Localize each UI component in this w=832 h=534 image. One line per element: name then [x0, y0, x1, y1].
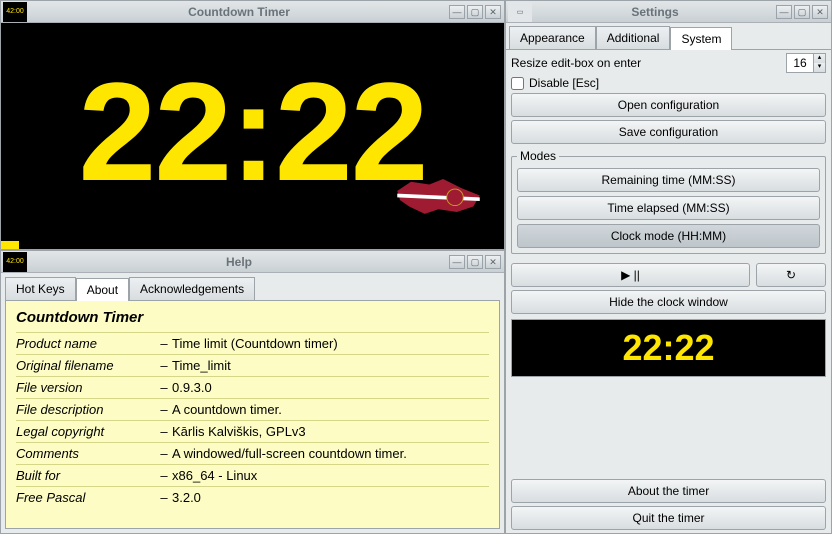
- resize-spinbox[interactable]: ▴ ▾: [786, 53, 826, 73]
- mode-remaining-button[interactable]: Remaining time (MM:SS): [517, 168, 820, 192]
- resize-label: Resize edit-box on enter: [511, 56, 782, 70]
- play-pause-button[interactable]: ▶ ||: [511, 263, 750, 287]
- app-icon: 42:00: [3, 2, 27, 22]
- resize-input[interactable]: [787, 54, 813, 72]
- about-field-label: File version: [16, 380, 156, 395]
- settings-body: Resize edit-box on enter ▴ ▾ Disable [Es…: [506, 49, 831, 533]
- close-button[interactable]: ✕: [812, 5, 828, 19]
- titlebar[interactable]: 42:00 Countdown Timer — ▢ ✕: [1, 1, 504, 23]
- about-row: File version–0.9.3.0: [16, 376, 489, 398]
- mode-clock-button[interactable]: Clock mode (HH:MM): [517, 224, 820, 248]
- settings-tabs: Appearance Additional System: [509, 26, 828, 49]
- preview-digits: 22:22: [622, 327, 714, 369]
- tab-about[interactable]: About: [76, 278, 129, 301]
- disable-esc-label: Disable [Esc]: [529, 76, 599, 90]
- about-field-value: 0.9.3.0: [172, 380, 489, 395]
- disable-esc-input[interactable]: [511, 77, 524, 90]
- save-configuration-button[interactable]: Save configuration: [511, 120, 826, 144]
- titlebar[interactable]: ▭ Settings — ▢ ✕: [506, 1, 831, 23]
- progress-bar: [1, 241, 504, 249]
- minimize-button[interactable]: —: [776, 5, 792, 19]
- about-field-label: Built for: [16, 468, 156, 483]
- window-title: Help: [29, 255, 449, 269]
- about-field-value: x86_64 - Linux: [172, 468, 489, 483]
- about-field-label: Legal copyright: [16, 424, 156, 439]
- quit-timer-button[interactable]: Quit the timer: [511, 506, 826, 530]
- about-field-label: Original filename: [16, 358, 156, 373]
- minimize-button[interactable]: —: [449, 5, 465, 19]
- about-field-label: Comments: [16, 446, 156, 461]
- progress-fill: [1, 241, 19, 249]
- about-row: Product name–Time limit (Countdown timer…: [16, 332, 489, 354]
- about-row: Free Pascal–3.2.0: [16, 486, 489, 508]
- timer-display-area: 22:22: [1, 23, 504, 241]
- hide-clock-button[interactable]: Hide the clock window: [511, 290, 826, 314]
- about-timer-button[interactable]: About the timer: [511, 479, 826, 503]
- minimize-button[interactable]: —: [449, 255, 465, 269]
- reload-button[interactable]: ↻: [756, 263, 826, 287]
- titlebar[interactable]: 42:00 Help — ▢ ✕: [1, 251, 504, 273]
- countdown-timer-window: 42:00 Countdown Timer — ▢ ✕ 22:22: [0, 0, 505, 250]
- window-title: Countdown Timer: [29, 5, 449, 19]
- close-button[interactable]: ✕: [485, 255, 501, 269]
- tab-appearance[interactable]: Appearance: [509, 26, 596, 49]
- about-pane: Countdown Timer Product name–Time limit …: [6, 301, 499, 528]
- about-field-value: A windowed/full-screen countdown timer.: [172, 446, 489, 461]
- about-field-value: Time limit (Countdown timer): [172, 336, 489, 351]
- open-configuration-button[interactable]: Open configuration: [511, 93, 826, 117]
- tab-system[interactable]: System: [670, 27, 732, 50]
- help-window: 42:00 Help — ▢ ✕ Hot Keys About Acknowle…: [0, 250, 505, 534]
- maximize-button[interactable]: ▢: [467, 255, 483, 269]
- help-tab-body: Countdown Timer Product name–Time limit …: [5, 300, 500, 529]
- app-icon: 42:00: [3, 252, 27, 272]
- modes-group: Modes Remaining time (MM:SS) Time elapse…: [511, 149, 826, 254]
- modes-legend: Modes: [517, 149, 559, 163]
- about-field-label: Product name: [16, 336, 156, 351]
- about-field-value: 3.2.0: [172, 490, 489, 505]
- tab-hotkeys[interactable]: Hot Keys: [5, 277, 76, 300]
- about-field-label: File description: [16, 402, 156, 417]
- tab-acknowledgements[interactable]: Acknowledgements: [129, 277, 255, 300]
- about-row: Original filename–Time_limit: [16, 354, 489, 376]
- spin-up-icon[interactable]: ▴: [813, 54, 825, 63]
- settings-window: ▭ Settings — ▢ ✕ Appearance Additional S…: [505, 0, 832, 534]
- about-row: File description–A countdown timer.: [16, 398, 489, 420]
- app-icon: ▭: [508, 2, 532, 22]
- about-field-value: A countdown timer.: [172, 402, 489, 417]
- help-tabs: Hot Keys About Acknowledgements: [5, 277, 500, 300]
- window-title: Settings: [534, 5, 776, 19]
- about-field-label: Free Pascal: [16, 490, 156, 505]
- about-field-value: Time_limit: [172, 358, 489, 373]
- about-heading: Countdown Timer: [16, 309, 489, 326]
- maximize-button[interactable]: ▢: [467, 5, 483, 19]
- disable-esc-checkbox[interactable]: Disable [Esc]: [511, 76, 826, 90]
- about-row: Legal copyright–Kārlis Kalviškis, GPLv3: [16, 420, 489, 442]
- maximize-button[interactable]: ▢: [794, 5, 810, 19]
- close-button[interactable]: ✕: [485, 5, 501, 19]
- about-row: Comments–A windowed/full-screen countdow…: [16, 442, 489, 464]
- tab-additional[interactable]: Additional: [596, 26, 671, 49]
- latvia-flag-icon: [391, 168, 486, 223]
- preview-display: 22:22: [511, 319, 826, 377]
- mode-elapsed-button[interactable]: Time elapsed (MM:SS): [517, 196, 820, 220]
- spin-down-icon[interactable]: ▾: [813, 63, 825, 72]
- about-field-value: Kārlis Kalviškis, GPLv3: [172, 424, 489, 439]
- timer-digits: 22:22: [78, 51, 426, 213]
- about-row: Built for–x86_64 - Linux: [16, 464, 489, 486]
